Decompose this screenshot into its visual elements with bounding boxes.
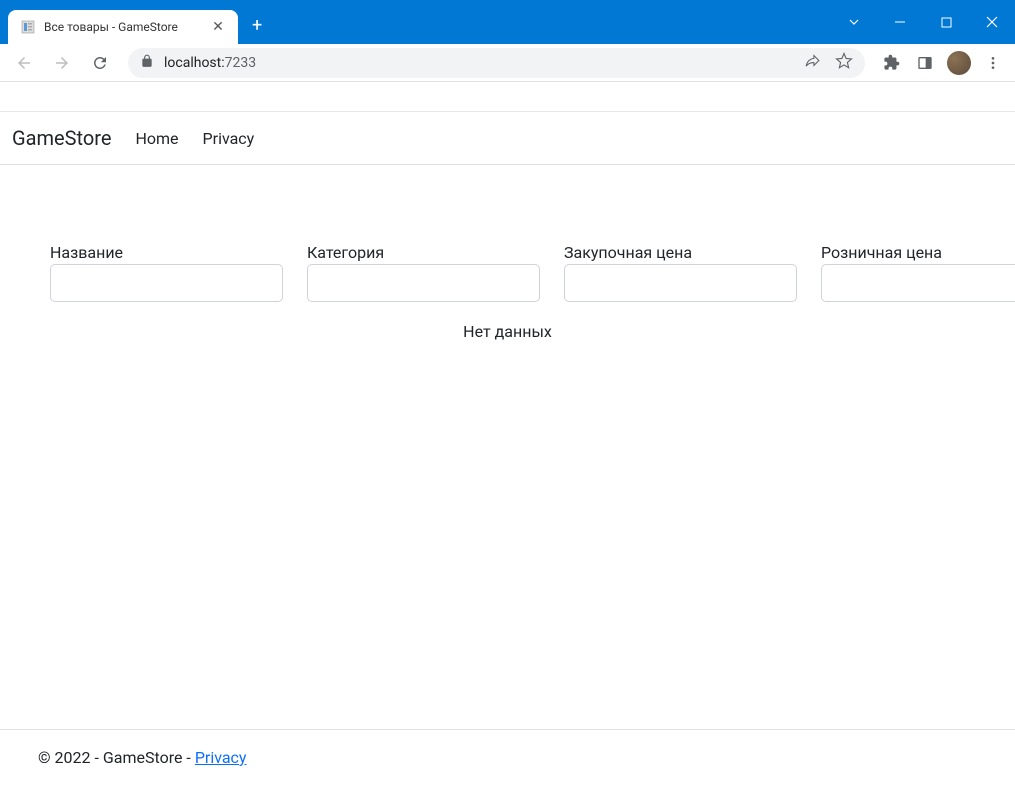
retail-price-label: Розничная цена: [821, 243, 1015, 262]
name-input[interactable]: [50, 264, 283, 302]
nav-link-home[interactable]: Home: [135, 129, 178, 148]
name-label: Название: [50, 243, 283, 262]
copyright: © 2022 - GameStore -: [38, 748, 195, 767]
avatar: [947, 51, 971, 75]
share-icon[interactable]: [804, 52, 821, 73]
browser-titlebar: Все товары - GameStore ✕ +: [0, 0, 1015, 44]
brand[interactable]: GameStore: [12, 126, 111, 150]
purchase-price-label: Закупочная цена: [564, 243, 797, 262]
new-tab-button[interactable]: +: [238, 15, 276, 36]
page-spacer: [0, 82, 1015, 112]
category-label: Категория: [307, 243, 540, 262]
lock-icon: [140, 54, 154, 72]
footer: © 2022 - GameStore - Privacy: [0, 729, 1015, 785]
close-window-button[interactable]: [969, 6, 1015, 38]
retail-price-input[interactable]: [821, 264, 1015, 302]
site-navbar: GameStore Home Privacy: [0, 112, 1015, 165]
tab-close-icon[interactable]: ✕: [210, 19, 226, 35]
sidepanel-icon[interactable]: [911, 49, 939, 77]
main-content: Название Категория Закупочная цена Розни…: [0, 165, 1015, 729]
url-text: localhost:7233: [164, 55, 256, 71]
empty-message: Нет данных: [50, 322, 965, 341]
reload-button[interactable]: [84, 47, 116, 79]
browser-toolbar: localhost:7233: [0, 44, 1015, 82]
nav-link-privacy[interactable]: Privacy: [203, 129, 255, 148]
product-form: Название Категория Закупочная цена Розни…: [50, 243, 965, 302]
profile-avatar[interactable]: [945, 49, 973, 77]
forward-button[interactable]: [46, 47, 78, 79]
category-input[interactable]: [307, 264, 540, 302]
extensions-icon[interactable]: [877, 49, 905, 77]
browser-tab[interactable]: Все товары - GameStore ✕: [8, 10, 238, 44]
chevron-down-icon[interactable]: [831, 6, 877, 38]
bookmark-icon[interactable]: [835, 52, 853, 74]
minimize-button[interactable]: [877, 6, 923, 38]
maximize-button[interactable]: [923, 6, 969, 38]
tab-title: Все товары - GameStore: [44, 20, 202, 34]
page-content: GameStore Home Privacy Название Категори…: [0, 82, 1015, 785]
back-button[interactable]: [8, 47, 40, 79]
tab-favicon-icon: [20, 19, 36, 35]
address-bar[interactable]: localhost:7233: [128, 48, 865, 78]
purchase-price-input[interactable]: [564, 264, 797, 302]
footer-privacy-link[interactable]: Privacy: [195, 748, 247, 767]
menu-icon[interactable]: [979, 49, 1007, 77]
